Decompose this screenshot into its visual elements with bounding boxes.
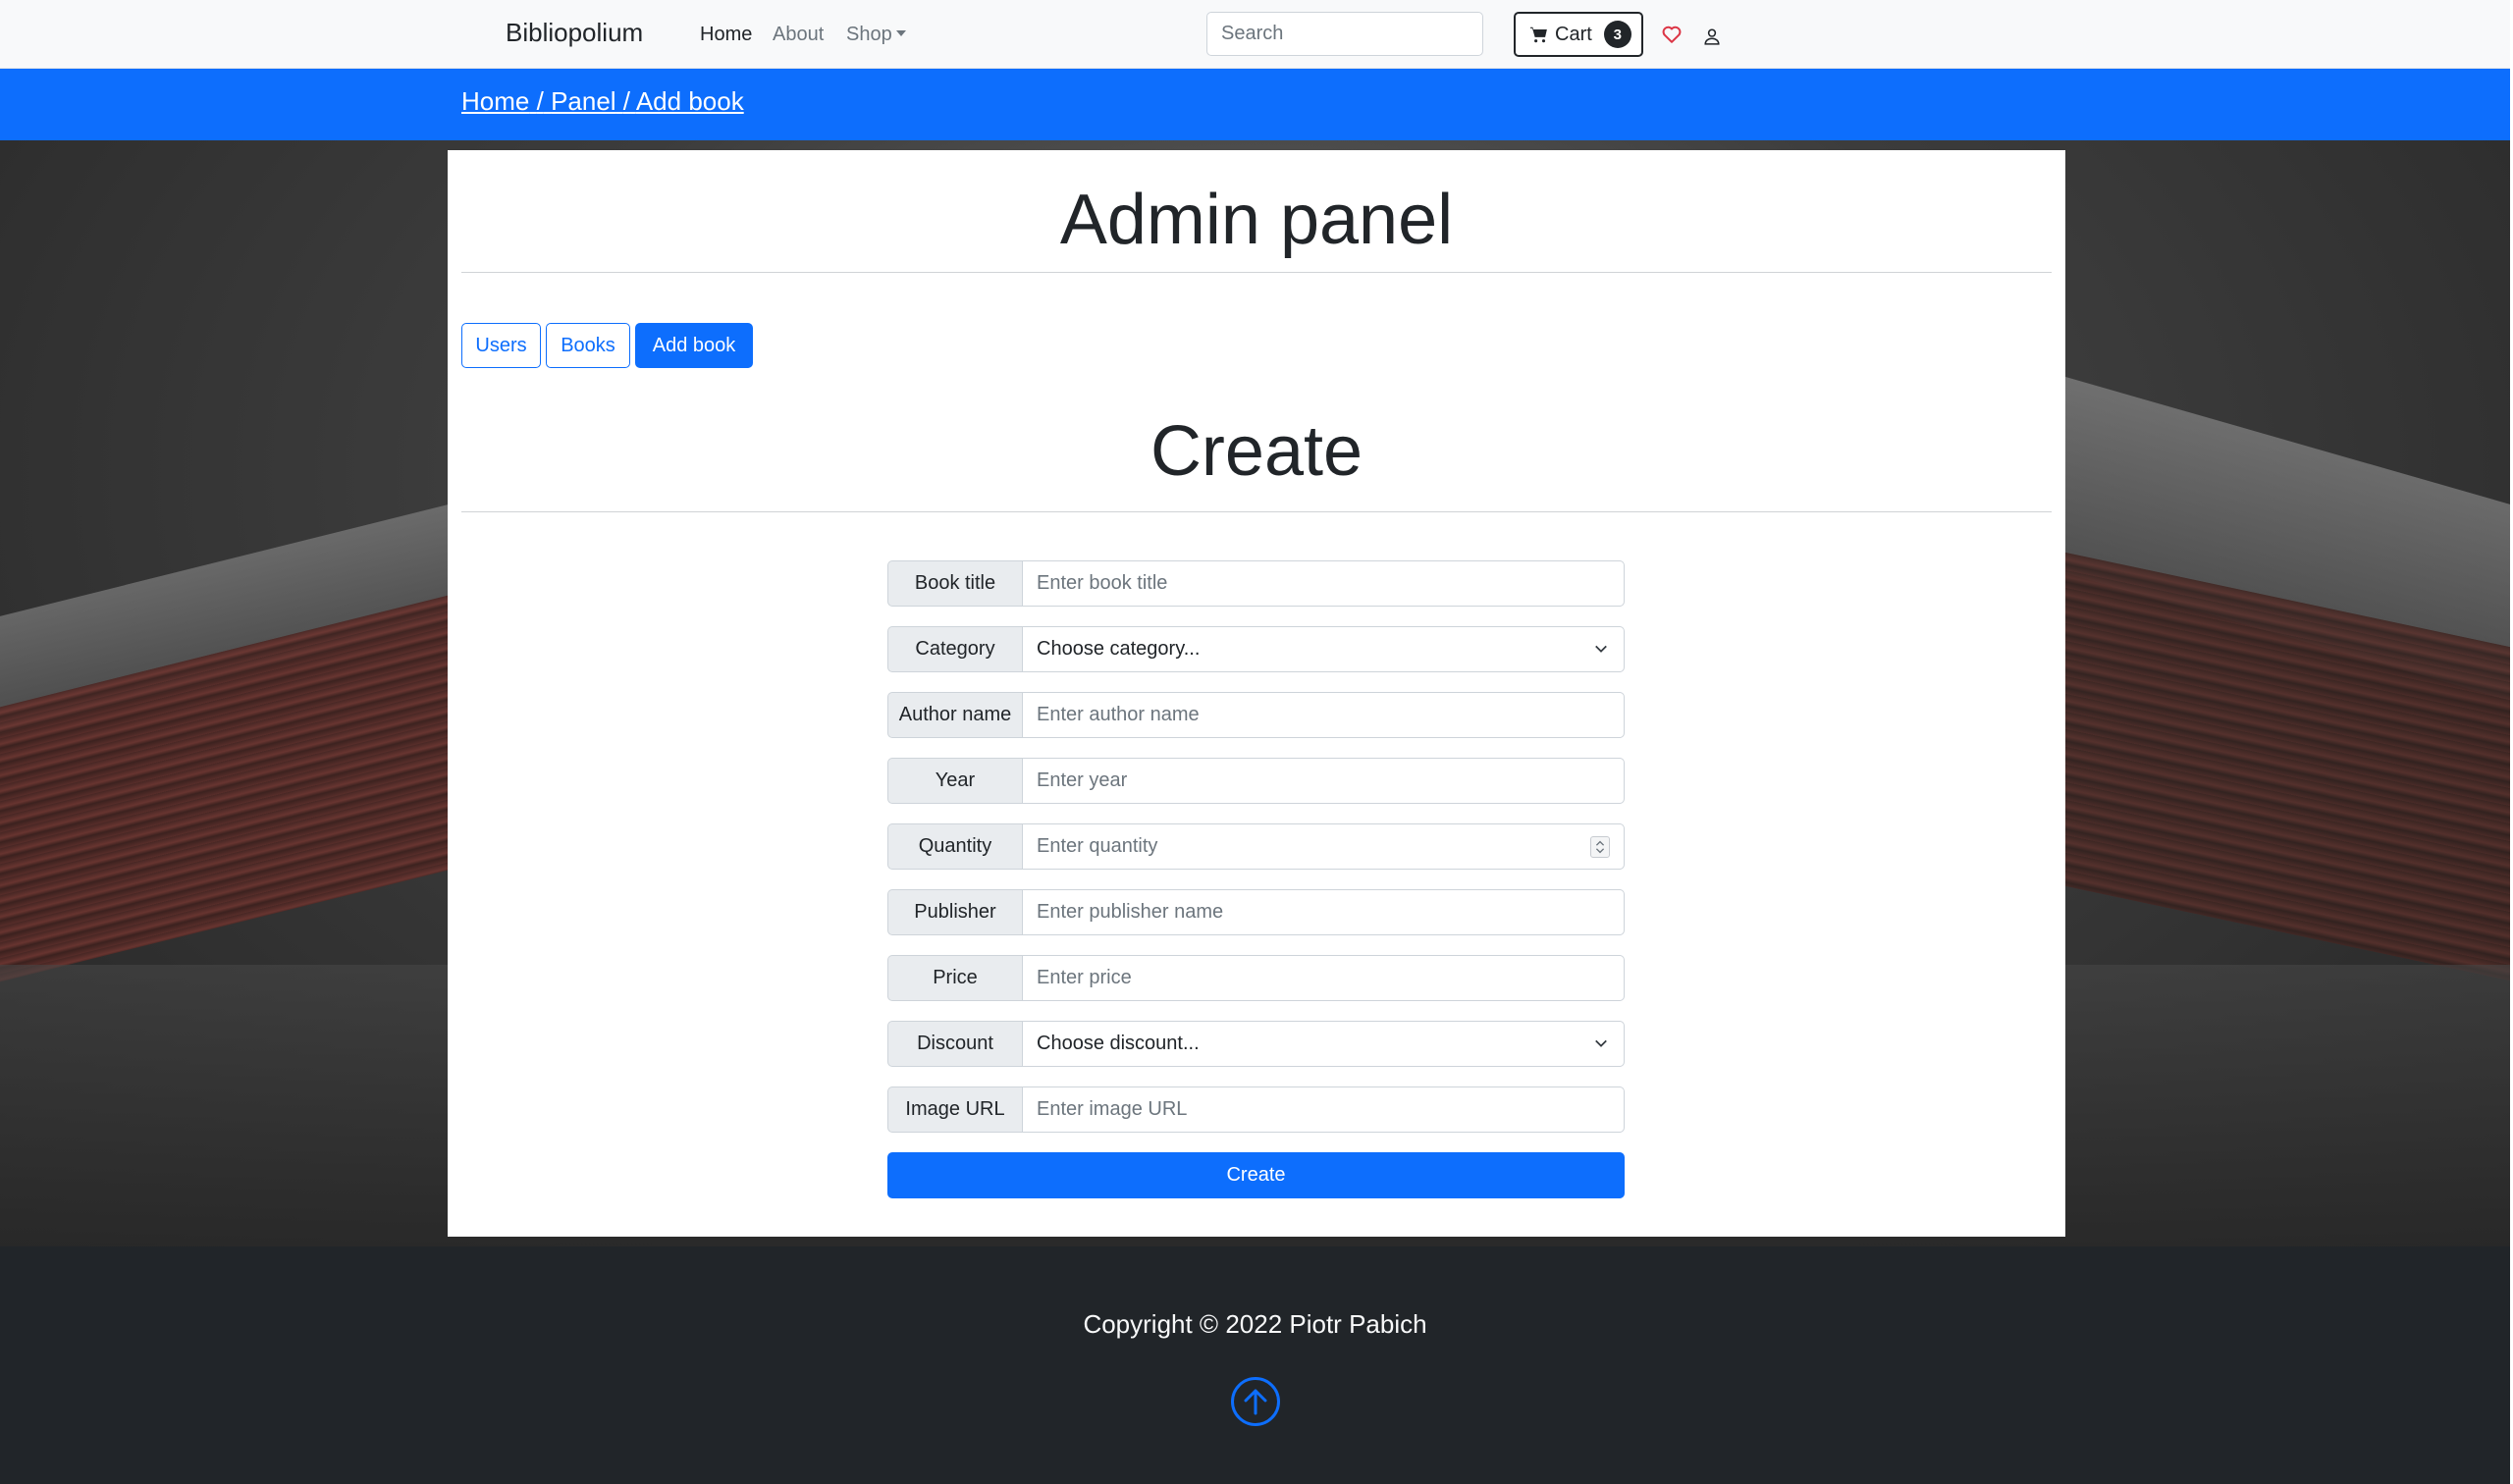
nav-link-home[interactable]: Home — [700, 24, 752, 46]
cart-label: Cart — [1555, 23, 1592, 45]
discount-select-value: Choose discount... — [1037, 1033, 1200, 1054]
image-url-label: Image URL — [887, 1086, 1022, 1133]
form-row-publisher: Publisher Enter publisher name — [887, 889, 1625, 935]
spinner-arrows-icon[interactable] — [1590, 836, 1610, 858]
form-row-discount: Discount Choose discount... — [887, 1021, 1625, 1067]
breadcrumb-panel[interactable]: Panel — [551, 86, 616, 116]
chevron-down-icon — [1595, 645, 1607, 653]
form-row-book-title: Book title Enter book title — [887, 560, 1625, 607]
cart-button[interactable]: Cart 3 — [1514, 12, 1643, 57]
form-row-quantity: Quantity Enter quantity — [887, 823, 1625, 870]
breadcrumb: Home / Panel / Add book — [461, 86, 744, 117]
category-label: Category — [887, 626, 1022, 672]
footer: Copyright © 2022 Piotr Pabich — [0, 1246, 2510, 1484]
top-navbar: Bibliopolium Home About Shop Cart 3 — [0, 0, 2510, 69]
admin-panel-card: Admin panel Users Books Add book Create … — [448, 150, 2065, 1237]
book-title-input[interactable]: Enter book title — [1022, 560, 1625, 607]
breadcrumb-bar: Home / Panel / Add book — [0, 69, 2510, 140]
author-name-label: Author name — [887, 692, 1022, 738]
section-title: Create — [1150, 412, 1363, 491]
quantity-stepper[interactable]: Enter quantity — [1022, 823, 1625, 870]
arrow-up-circle-icon[interactable] — [1230, 1376, 1281, 1427]
breadcrumb-home[interactable]: Home — [461, 86, 529, 116]
heart-icon[interactable] — [1661, 24, 1683, 45]
quantity-placeholder: Enter quantity — [1037, 835, 1158, 857]
price-input[interactable]: Enter price — [1022, 955, 1625, 1001]
page-title: Admin panel — [1059, 181, 1454, 259]
brand-logo-text[interactable]: Bibliopolium — [506, 18, 643, 48]
tab-users[interactable]: Users — [461, 323, 541, 368]
section-divider — [461, 511, 2052, 512]
publisher-label: Publisher — [887, 889, 1022, 935]
breadcrumb-separator: / — [622, 86, 631, 116]
quantity-label: Quantity — [887, 823, 1022, 870]
discount-label: Discount — [887, 1021, 1022, 1067]
tab-books[interactable]: Books — [546, 323, 630, 368]
year-input[interactable]: Enter year — [1022, 758, 1625, 804]
title-divider — [461, 272, 2052, 273]
publisher-input[interactable]: Enter publisher name — [1022, 889, 1625, 935]
form-row-price: Price Enter price — [887, 955, 1625, 1001]
discount-select[interactable]: Choose discount... — [1022, 1021, 1625, 1067]
price-label: Price — [887, 955, 1022, 1001]
nav-link-about[interactable]: About — [773, 24, 824, 46]
cart-count-badge: 3 — [1603, 21, 1631, 48]
create-button[interactable]: Create — [887, 1152, 1625, 1198]
category-select-value: Choose category... — [1037, 638, 1201, 660]
form-row-image-url: Image URL Enter image URL — [887, 1086, 1625, 1133]
form-row-year: Year Enter year — [887, 758, 1625, 804]
book-title-label: Book title — [887, 560, 1022, 607]
breadcrumb-add-book[interactable]: Add book — [636, 86, 744, 116]
year-label: Year — [887, 758, 1022, 804]
nav-link-shop[interactable]: Shop — [846, 24, 906, 46]
cart-icon — [1530, 26, 1547, 43]
user-icon[interactable] — [1703, 27, 1721, 45]
form-row-category: Category Choose category... — [887, 626, 1625, 672]
chevron-down-icon — [1595, 1039, 1607, 1047]
tab-add-book[interactable]: Add book — [635, 323, 753, 368]
copyright-text: Copyright © 2022 Piotr Pabich — [1083, 1309, 1427, 1339]
category-select[interactable]: Choose category... — [1022, 626, 1625, 672]
search-input[interactable] — [1206, 12, 1483, 56]
author-name-input[interactable]: Enter author name — [1022, 692, 1625, 738]
breadcrumb-separator: / — [536, 86, 544, 116]
image-url-input[interactable]: Enter image URL — [1022, 1086, 1625, 1133]
chevron-down-icon — [895, 29, 906, 36]
form-row-author-name: Author name Enter author name — [887, 692, 1625, 738]
nav-link-shop-label: Shop — [846, 24, 892, 45]
